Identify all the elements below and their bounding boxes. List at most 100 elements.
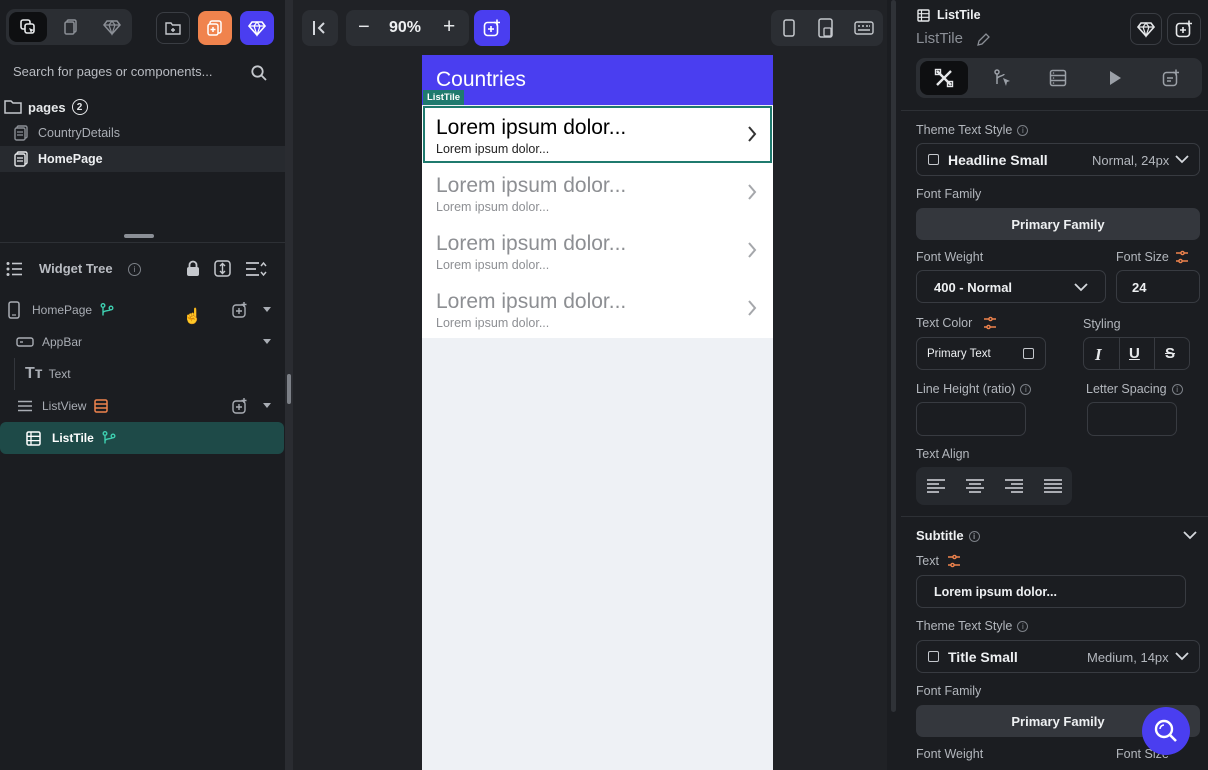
font-weight-dropdown[interactable]: 400 - Normal: [916, 270, 1106, 303]
zoom-control: − 90% +: [346, 10, 469, 46]
tab-add-element[interactable]: [1147, 61, 1195, 95]
theme-text-style-meta: Normal, 24px: [1092, 153, 1170, 168]
italic-toggle[interactable]: I: [1095, 345, 1102, 365]
chevron-down-icon: [1175, 652, 1189, 661]
text-align-group: [916, 467, 1072, 505]
selected-widget-tag: ListTile: [423, 90, 465, 105]
text-color-picker[interactable]: Primary Text: [916, 337, 1046, 370]
right-scrollbar[interactable]: [891, 0, 896, 712]
variable-binding-icon[interactable]: [983, 316, 997, 330]
pages-folder[interactable]: pages 2: [0, 94, 285, 120]
info-icon: i: [1017, 125, 1029, 137]
caret-down-icon[interactable]: [263, 403, 271, 409]
subtitle-font-weight-label: Font Weight: [916, 747, 984, 761]
font-size-input[interactable]: 24: [1116, 270, 1200, 303]
text-type-icon: Tт: [25, 365, 43, 382]
pages-count-badge: 2: [71, 99, 88, 115]
tree-item-appbar[interactable]: AppBar: [0, 326, 285, 358]
subtitle-heading[interactable]: Subtitle i: [916, 528, 980, 543]
tab-stacked-pages[interactable]: [52, 12, 90, 42]
add-widget-icon[interactable]: [232, 302, 248, 318]
add-widget-button[interactable]: [474, 10, 510, 46]
add-widget-icon[interactable]: [232, 398, 248, 414]
expand-collapse-icon[interactable]: [214, 260, 231, 277]
info-icon: i: [1017, 621, 1029, 633]
align-center-icon[interactable]: [966, 479, 984, 494]
line-height-input[interactable]: [916, 402, 1026, 436]
collapse-left-button[interactable]: [302, 10, 338, 46]
letter-spacing-label: Letter Spacing i: [1086, 382, 1183, 396]
tile-title: Lorem ipsum dolor...: [436, 290, 627, 313]
tab-diamond[interactable]: [93, 12, 131, 42]
info-icon[interactable]: i: [128, 263, 141, 276]
divider: [901, 110, 1208, 111]
add-folder-button[interactable]: [156, 12, 190, 44]
zoom-out-button[interactable]: −: [358, 16, 370, 39]
list-tile[interactable]: Lorem ipsum dolor... Lorem ipsum dolor..…: [422, 280, 773, 338]
add-child-button[interactable]: [1167, 13, 1201, 45]
tree-item-label: Text: [48, 367, 71, 381]
tree-item-homepage[interactable]: HomePage: [0, 294, 285, 326]
subtitle-theme-text-style-label: Theme Text Style i: [916, 619, 1029, 633]
left-panel: Search for pages or components... pages …: [0, 0, 285, 770]
text-color-label: Text Color: [916, 316, 973, 330]
color-swatch: [1023, 348, 1034, 359]
subtitle-font-family-label: Font Family: [916, 684, 982, 698]
convert-component-button[interactable]: [1130, 13, 1162, 45]
sort-list-icon[interactable]: [245, 261, 267, 277]
lock-icon[interactable]: [185, 260, 201, 277]
search-icon[interactable]: [250, 64, 268, 82]
underline-toggle[interactable]: U: [1129, 345, 1140, 362]
phone-preview[interactable]: Countries Lorem ipsum dolor... Lorem ips…: [422, 55, 773, 770]
add-component-button[interactable]: [240, 11, 274, 45]
list-tile[interactable]: Lorem ipsum dolor... Lorem ipsum dolor..…: [422, 164, 773, 222]
subtitle-theme-text-style-dropdown[interactable]: Title Small Medium, 14px: [916, 640, 1200, 673]
zoom-in-button[interactable]: +: [443, 15, 455, 39]
tablet-icon[interactable]: [818, 18, 834, 38]
stacked-pages-icon: [64, 19, 77, 35]
tile-subtitle: Lorem ipsum dolor...: [436, 200, 550, 214]
tree-item-listview[interactable]: ListView: [0, 390, 285, 422]
list-tile[interactable]: Lorem ipsum dolor... Lorem ipsum dolor..…: [422, 222, 773, 280]
tab-actions[interactable]: [978, 61, 1026, 95]
chevron-down-icon: [1175, 155, 1189, 164]
styling-label: Styling: [1083, 317, 1121, 331]
tree-item-text[interactable]: Tт Text: [0, 358, 285, 390]
tab-properties[interactable]: [920, 61, 968, 95]
tab-animations[interactable]: [1091, 61, 1139, 95]
align-right-icon[interactable]: [1005, 479, 1023, 494]
resize-handle[interactable]: [124, 234, 154, 238]
search-input[interactable]: Search for pages or components...: [13, 64, 233, 82]
selection-outline: [423, 106, 772, 163]
align-justify-icon[interactable]: [1044, 479, 1062, 494]
align-left-icon[interactable]: [927, 479, 945, 494]
subtitle-theme-text-style-meta: Medium, 14px: [1087, 650, 1169, 665]
help-search-fab[interactable]: [1142, 707, 1190, 755]
phone-icon: [8, 301, 20, 319]
page-item-countrydetails[interactable]: CountryDetails: [0, 120, 285, 145]
letter-spacing-input[interactable]: [1087, 402, 1177, 436]
strikethrough-toggle[interactable]: S: [1165, 345, 1175, 362]
caret-down-icon[interactable]: [263, 339, 271, 345]
keyboard-icon[interactable]: [854, 21, 874, 35]
tab-backend-query[interactable]: [1034, 61, 1082, 95]
variable-binding-icon[interactable]: [947, 554, 961, 568]
preview-appbar[interactable]: Countries: [422, 55, 773, 105]
add-page-button[interactable]: [198, 11, 232, 45]
widget-name[interactable]: ListTile: [916, 30, 963, 47]
font-family-button[interactable]: Primary Family: [916, 208, 1200, 240]
diamond-icon: [1137, 22, 1155, 38]
diamond-icon: [103, 20, 121, 36]
pencil-icon[interactable]: [976, 32, 991, 47]
variable-binding-icon[interactable]: [1175, 250, 1189, 264]
tree-item-listtile-selected[interactable]: ListTile: [0, 422, 284, 454]
phone-icon[interactable]: [783, 19, 795, 37]
splitter-handle[interactable]: [287, 374, 291, 404]
subtitle-text-input[interactable]: Lorem ipsum dolor...: [916, 575, 1186, 608]
canvas-area: − 90% + Countries Lorem ipsum dolor... L…: [293, 0, 887, 770]
chevron-down-icon[interactable]: [1183, 531, 1197, 540]
theme-text-style-dropdown[interactable]: Headline Small Normal, 24px: [916, 143, 1200, 176]
page-item-homepage[interactable]: HomePage: [0, 146, 285, 172]
tab-page-components[interactable]: [9, 12, 47, 42]
caret-down-icon[interactable]: [263, 307, 271, 313]
